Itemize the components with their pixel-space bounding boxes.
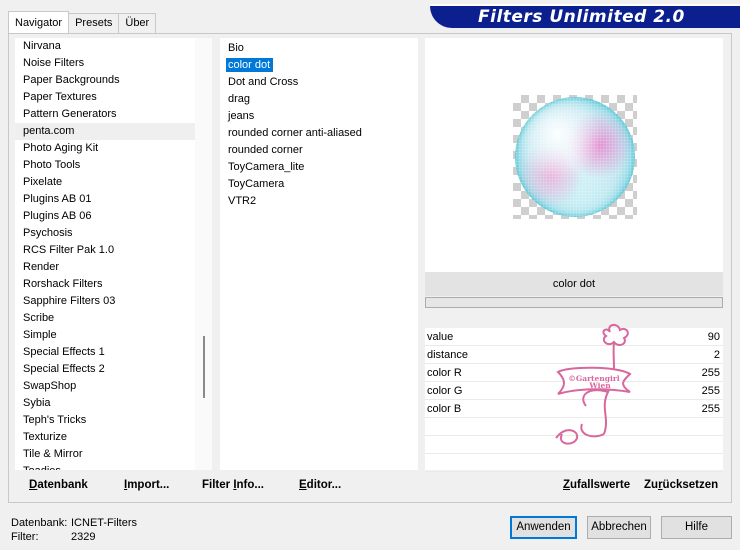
category-item[interactable]: Pattern Generators [15, 106, 212, 123]
filter-item[interactable]: drag [220, 91, 418, 108]
watermark-logo: ©Gartengirl Wien [555, 324, 632, 445]
category-item[interactable]: SwapShop [15, 378, 212, 395]
category-item[interactable]: Rorshack Filters [15, 276, 212, 293]
filter-info-button[interactable]: Filter Info... [202, 479, 264, 491]
category-item[interactable]: Psychosis [15, 225, 212, 242]
apply-button[interactable]: Anwenden [510, 516, 577, 539]
category-item[interactable]: Photo Aging Kit [15, 140, 212, 157]
import-button[interactable]: Import... [124, 479, 169, 491]
category-list[interactable]: Nirvana Noise Filters Paper Backgrounds Pap… [15, 38, 212, 470]
category-item[interactable]: Nirvana [15, 38, 212, 55]
filter-count-value: 2329 [71, 531, 96, 543]
filter-item-label: ToyCamera [228, 178, 285, 190]
category-item[interactable]: Photo Tools [15, 157, 212, 174]
category-item[interactable]: RCS Filter Pak 1.0 [15, 242, 212, 259]
category-item[interactable]: Simple [15, 327, 212, 344]
help-button[interactable]: Hilfe [661, 516, 732, 539]
param-label: distance [427, 349, 468, 361]
filter-list[interactable]: Bio color dot Dot and Cross drag jeans rounde… [220, 38, 418, 470]
filter-item-label: jeans [228, 110, 255, 122]
watermark-line2: Wien [588, 381, 611, 390]
category-item[interactable]: Toadies [15, 463, 212, 470]
param-value[interactable]: 255 [702, 382, 720, 400]
category-item[interactable]: penta.com [15, 123, 212, 140]
scrollbar-thumb[interactable] [203, 336, 205, 398]
category-item[interactable]: Noise Filters [15, 55, 212, 72]
preview-pane [425, 38, 723, 272]
param-value[interactable]: 255 [702, 364, 720, 382]
filter-item-label: ToyCamera_lite [228, 161, 305, 173]
filter-count-label: Filter: [11, 531, 39, 543]
tab-presets[interactable]: Presets [68, 13, 120, 33]
category-item[interactable]: Special Effects 2 [15, 361, 212, 378]
tab-navigator[interactable]: Navigator [8, 11, 70, 33]
filter-item[interactable]: Dot and Cross [220, 74, 418, 91]
param-value[interactable]: 255 [702, 400, 720, 418]
filter-item-label: rounded corner [228, 144, 303, 156]
category-item[interactable]: Paper Textures [15, 89, 212, 106]
param-label: color G [427, 385, 463, 397]
param-label: color R [427, 367, 462, 379]
param-label: color B [427, 403, 462, 415]
category-item[interactable]: Plugins AB 01 [15, 191, 212, 208]
filter-item-label: Bio [228, 42, 244, 54]
filter-item[interactable]: jeans [220, 108, 418, 125]
tab-about[interactable]: Über [118, 13, 157, 33]
category-item[interactable]: Texturize [15, 429, 212, 446]
category-scrollbar[interactable] [195, 38, 212, 470]
database-button[interactable]: Datenbank [29, 479, 88, 491]
filter-item-label: color dot [226, 58, 274, 72]
title-banner: Filters Unlimited 2.0 [430, 4, 740, 28]
preview-image [513, 95, 637, 219]
category-item[interactable]: Render [15, 259, 212, 276]
category-item[interactable]: Pixelate [15, 174, 212, 191]
filter-item[interactable]: VTR2 [220, 193, 418, 210]
filter-name-label: color dot [425, 272, 723, 296]
filter-item-label: VTR2 [228, 195, 257, 207]
param-label: value [427, 331, 454, 343]
category-item[interactable]: Tile & Mirror [15, 446, 212, 463]
filter-item[interactable]: rounded corner anti-aliased [220, 125, 418, 142]
editor-button[interactable]: Editor... [299, 479, 341, 491]
filter-toolbar: Zufallswerte Zurücksetzen [425, 475, 723, 499]
category-item[interactable]: Sybia [15, 395, 212, 412]
param-value[interactable]: 90 [708, 328, 720, 346]
tab-bar: Navigator Presets Über [8, 11, 157, 33]
category-item[interactable]: Paper Backgrounds [15, 72, 212, 89]
filter-item[interactable]: rounded corner [220, 142, 418, 159]
database-label: Datenbank: [11, 517, 68, 529]
filter-item[interactable]: color dot [220, 57, 418, 74]
database-value: ICNET-Filters [71, 517, 137, 529]
filter-item[interactable]: Bio [220, 40, 418, 57]
filter-item-label: drag [228, 93, 251, 105]
category-item[interactable]: Scribe [15, 310, 212, 327]
randomize-button[interactable]: Zufallswerte [563, 479, 630, 491]
orb-image [515, 97, 635, 217]
reset-button[interactable]: Zurücksetzen [644, 479, 718, 491]
cancel-button[interactable]: Abbrechen [587, 516, 651, 539]
param-value[interactable]: 2 [714, 346, 720, 364]
category-item[interactable]: Plugins AB 06 [15, 208, 212, 225]
filter-item-label: rounded corner anti-aliased [228, 127, 362, 139]
app-title: Filters Unlimited 2.0 [478, 7, 685, 27]
category-item[interactable]: Sapphire Filters 03 [15, 293, 212, 310]
filter-item[interactable]: ToyCamera [220, 176, 418, 193]
status-info: Datenbank: ICNET-Filters Filter: 2329 [11, 516, 137, 544]
filter-item-label: Dot and Cross [228, 76, 299, 88]
filter-progress-bar [425, 297, 723, 308]
filter-item[interactable]: ToyCamera_lite [220, 159, 418, 176]
category-item[interactable]: Special Effects 1 [15, 344, 212, 361]
database-toolbar: Datenbank Import... Filter Info... Edito… [15, 475, 418, 499]
category-item[interactable]: Teph's Tricks [15, 412, 212, 429]
